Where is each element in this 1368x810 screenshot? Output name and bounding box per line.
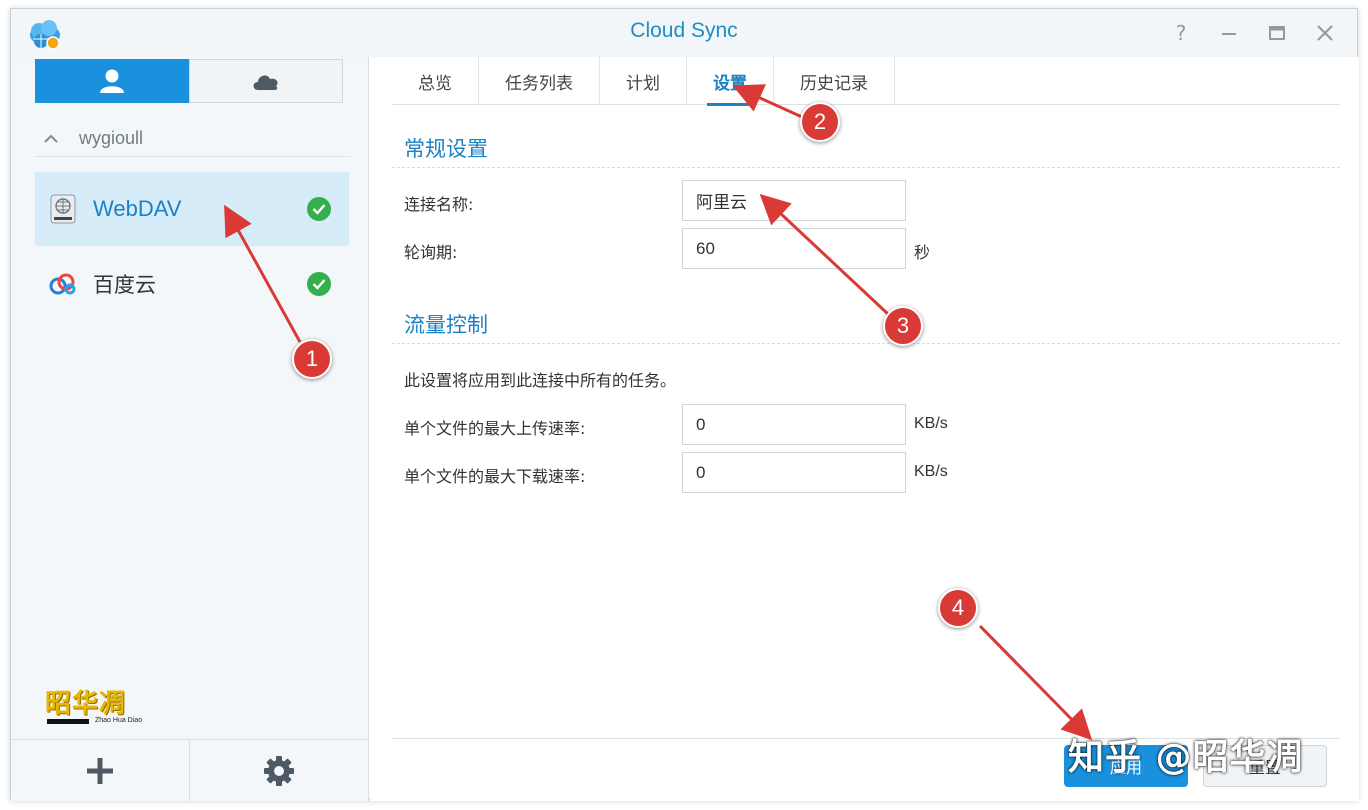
upload-rate-unit: KB/s: [914, 415, 948, 432]
tab-history[interactable]: 历史记录: [774, 57, 895, 105]
baidu-cloud-icon: [47, 268, 79, 300]
watermark: 知乎 @昭华凋: [1068, 737, 1304, 778]
traffic-description: 此设置将应用到此连接中所有的任务。: [404, 371, 677, 390]
traffic-control-title: 流量控制: [404, 313, 488, 337]
minimize-icon: [1222, 33, 1236, 35]
cloud-view-toggle[interactable]: [189, 59, 343, 103]
help-button[interactable]: ?: [1169, 21, 1193, 45]
webdav-drive-icon: [47, 193, 79, 225]
account-name: wygioull: [79, 128, 144, 148]
annotation-badge-1: 1: [292, 339, 332, 379]
section-divider: [392, 167, 1340, 168]
connection-name-label: 连接名称:: [404, 195, 474, 214]
logo-bar: [47, 719, 89, 724]
tab-overview[interactable]: 总览: [392, 57, 479, 105]
connection-name-field[interactable]: 阿里云: [682, 180, 906, 221]
general-settings-title: 常规设置: [404, 137, 488, 161]
add-connection-button[interactable]: [11, 740, 189, 801]
status-ok-icon: [307, 272, 331, 296]
account-group-header[interactable]: wygioull: [35, 121, 351, 157]
polling-period-label: 轮询期:: [404, 243, 458, 262]
cloud-sync-window: Cloud Sync ? wygioull WebDAV 百度云 昭华凋 Zha…: [10, 8, 1359, 801]
sidebar-footer: [11, 739, 368, 801]
plus-icon: [87, 757, 113, 784]
download-rate-unit: KB/s: [914, 463, 948, 480]
sidebar: wygioull WebDAV 百度云 昭华凋 Zhao Hua Diao: [11, 57, 369, 801]
download-rate-field[interactable]: 0: [682, 452, 906, 493]
logo-subtitle: Zhao Hua Diao: [95, 717, 143, 724]
tab-task-list[interactable]: 任务列表: [479, 57, 600, 105]
maximize-icon: [1269, 26, 1285, 40]
annotation-badge-4: 4: [938, 588, 978, 628]
logo-text: 昭华凋: [45, 689, 127, 719]
connection-label: WebDAV: [93, 196, 182, 221]
user-view-toggle[interactable]: [35, 59, 189, 103]
annotation-badge-2: 2: [800, 102, 840, 142]
window-title: Cloud Sync: [630, 19, 738, 42]
section-divider: [392, 343, 1340, 344]
cloud-icon: [253, 75, 278, 90]
polling-period-unit: 秒: [914, 245, 931, 262]
title-bar: Cloud Sync ?: [11, 9, 1357, 57]
gear-icon: [264, 755, 294, 786]
tab-settings[interactable]: 设置: [687, 57, 774, 106]
upload-rate-label: 单个文件的最大上传速率:: [404, 419, 586, 438]
settings-button[interactable]: [189, 740, 368, 801]
chevron-up-icon: [43, 131, 67, 147]
help-icon: ?: [1175, 21, 1187, 45]
main-panel: 总览 任务列表 计划 设置 历史记录 常规设置 连接名称: 阿里云 轮询期: 6…: [370, 57, 1359, 801]
close-button[interactable]: [1313, 21, 1337, 45]
upload-rate-field[interactable]: 0: [682, 404, 906, 445]
connection-item-webdav[interactable]: WebDAV: [35, 172, 349, 246]
annotation-badge-3: 3: [883, 306, 923, 346]
brand-logo: 昭华凋 Zhao Hua Diao: [45, 683, 155, 733]
status-ok-icon: [307, 197, 331, 221]
user-icon: [100, 69, 124, 93]
tab-schedule[interactable]: 计划: [600, 57, 687, 105]
tab-bar: 总览 任务列表 计划 设置 历史记录: [392, 57, 1340, 106]
minimize-button[interactable]: [1217, 21, 1241, 45]
polling-period-field[interactable]: 60: [682, 228, 906, 269]
connection-label: 百度云: [93, 273, 156, 297]
download-rate-label: 单个文件的最大下载速率:: [404, 467, 586, 486]
maximize-button[interactable]: [1265, 21, 1289, 45]
connection-item-baidu[interactable]: 百度云: [35, 247, 349, 321]
close-icon: [1317, 25, 1333, 41]
